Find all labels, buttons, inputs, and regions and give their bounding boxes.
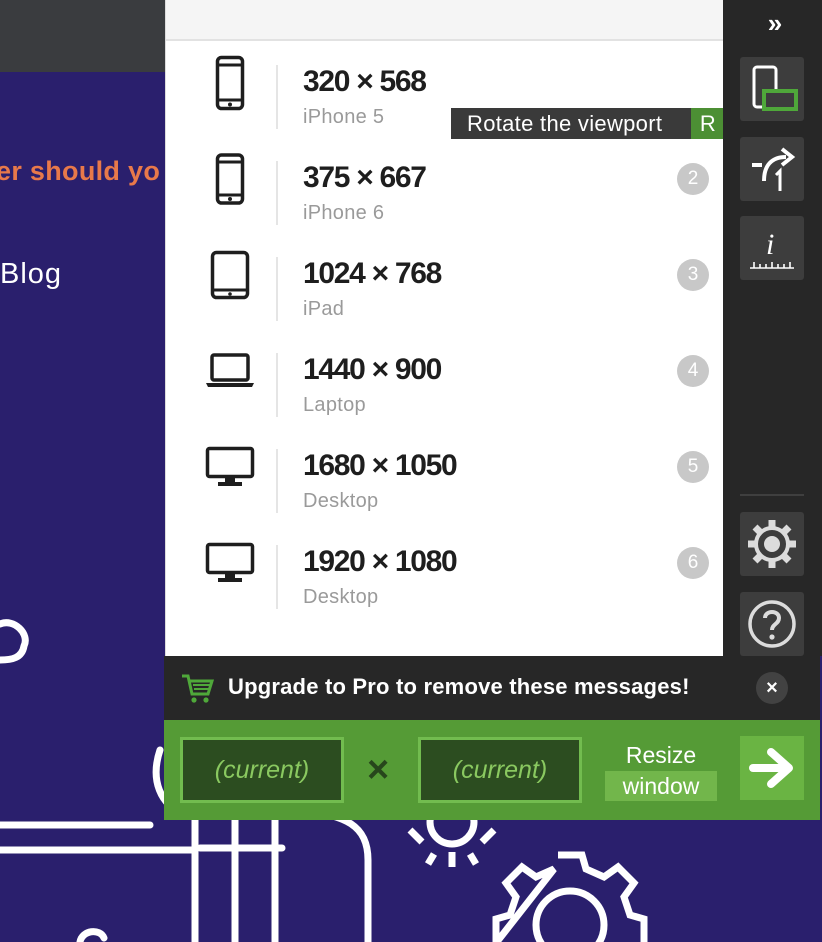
shopping-cart-icon: [182, 674, 214, 703]
device-name: iPad: [303, 298, 345, 320]
laptop-icon: [202, 343, 258, 399]
device-resolution: 1024 × 768: [303, 257, 442, 290]
background-page-topbar: [0, 0, 165, 72]
extension-panel: 320 × 568 iPhone 5 Rotate the viewport R…: [160, 0, 822, 820]
sidebar-divider: [740, 494, 804, 496]
shortcut-key-badge: 2: [677, 163, 709, 195]
device-resolution: 1440 × 900: [303, 353, 442, 386]
device-row[interactable]: 375 × 667 iPhone 6 2: [166, 131, 723, 227]
help-button[interactable]: [740, 592, 804, 656]
background-nav-blog-link[interactable]: Blog: [0, 258, 62, 291]
shortcut-key-badge: 4: [677, 355, 709, 387]
page-info-button[interactable]: i: [740, 216, 804, 280]
row-separator: [276, 257, 278, 321]
phone-icon: [202, 151, 258, 207]
svg-text:i: i: [766, 228, 774, 261]
row-separator: [276, 545, 278, 609]
rotate-viewport-button[interactable]: [740, 57, 804, 121]
settings-button[interactable]: [740, 512, 804, 576]
page-info-ruler-icon: i: [750, 228, 794, 269]
open-url-icon: [752, 147, 796, 191]
desktop-icon: [202, 439, 258, 495]
device-name: Desktop: [303, 490, 379, 512]
background-page-heading: er should yo: [0, 156, 161, 186]
shortcut-key-badge: 3: [677, 259, 709, 291]
shortcut-key-badge: 5: [677, 451, 709, 483]
resize-window-bar: × Resize window: [164, 720, 820, 820]
resize-submit-button[interactable]: [740, 736, 804, 800]
width-input[interactable]: [180, 737, 344, 803]
device-row[interactable]: 1440 × 900 Laptop 4: [166, 323, 723, 419]
row-separator: [276, 449, 278, 513]
row-separator: [276, 353, 278, 417]
help-icon: [748, 600, 796, 648]
upgrade-banner: Upgrade to Pro to remove these messages!…: [164, 656, 820, 720]
rotate-viewport-icon: [752, 65, 798, 111]
resize-label-line2: window: [605, 771, 717, 801]
device-resolution: 1680 × 1050: [303, 449, 458, 482]
device-name: iPhone 6: [303, 202, 385, 224]
phone-icon: [202, 55, 258, 111]
settings-gear-icon: [748, 520, 796, 568]
device-name: iPhone 5: [303, 106, 385, 128]
row-separator: [276, 161, 278, 225]
device-name: Desktop: [303, 586, 379, 608]
desktop-icon: [202, 535, 258, 591]
close-banner-button[interactable]: ×: [756, 672, 788, 704]
device-row[interactable]: 1920 × 1080 Desktop 6: [166, 515, 723, 611]
device-resolution: 375 × 667: [303, 161, 427, 194]
device-row[interactable]: 1680 × 1050 Desktop 5: [166, 419, 723, 515]
device-list: 320 × 568 iPhone 5 Rotate the viewport R…: [165, 0, 723, 656]
dimension-separator: ×: [367, 749, 390, 791]
height-input[interactable]: [418, 737, 582, 803]
resize-label-line1: Resize: [625, 742, 697, 768]
device-name: Laptop: [303, 394, 366, 416]
resize-window-label: Resize window: [604, 742, 718, 801]
device-row[interactable]: 1024 × 768 iPad 3: [166, 227, 723, 323]
toolbar-sidebar: » i: [723, 0, 822, 656]
device-resolution: 1920 × 1080: [303, 545, 458, 578]
shortcut-key-badge: 6: [677, 547, 709, 579]
open-url-button[interactable]: [740, 137, 804, 201]
tablet-icon: [202, 247, 258, 303]
upgrade-message: Upgrade to Pro to remove these messages!: [228, 674, 690, 699]
collapse-panel-button[interactable]: »: [751, 8, 795, 38]
device-resolution: 320 × 568: [303, 65, 427, 98]
row-separator: [276, 65, 278, 129]
device-row[interactable]: 320 × 568 iPhone 5 Rotate the viewport R: [166, 35, 723, 139]
arrow-right-icon: [749, 748, 793, 788]
